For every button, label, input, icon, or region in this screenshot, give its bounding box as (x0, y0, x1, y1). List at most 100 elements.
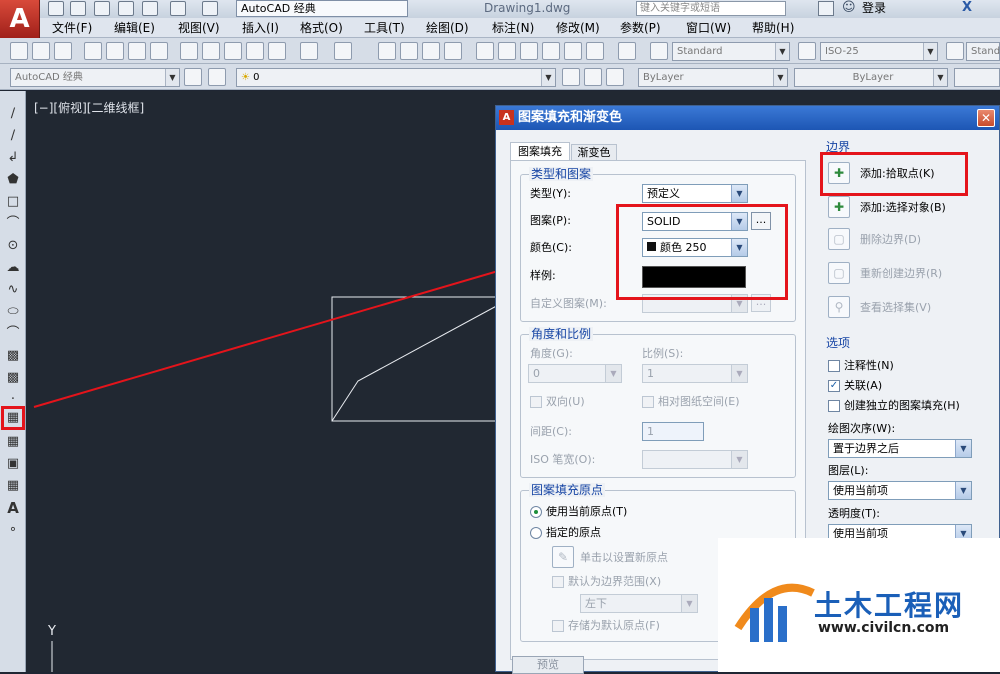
menu-format[interactable]: 格式(O) (300, 20, 343, 37)
ellipse-icon[interactable]: ⬭ (3, 302, 23, 322)
make-current-icon[interactable] (562, 68, 580, 86)
cut-icon[interactable] (180, 42, 198, 60)
origin-position-select[interactable]: 左下 ▼ (580, 594, 698, 613)
paste-icon[interactable] (224, 42, 242, 60)
menu-edit[interactable]: 编辑(E) (114, 20, 155, 37)
dialog-close-button[interactable]: ✕ (977, 109, 995, 127)
new-icon[interactable] (10, 42, 28, 60)
add-select-button[interactable]: 添加:选择对象(B) (860, 200, 946, 216)
publish-icon[interactable] (128, 42, 146, 60)
recreate-boundary-icon[interactable]: ▢ (828, 262, 850, 284)
tab-hatch[interactable]: 图案填充 (510, 142, 570, 160)
open-file-icon[interactable] (70, 1, 86, 16)
undo-icon[interactable] (170, 1, 186, 16)
app-logo[interactable]: A (0, 0, 40, 38)
tab-gradient[interactable]: 渐变色 (571, 144, 617, 160)
match-prop-icon[interactable] (246, 42, 264, 60)
insert-block-icon[interactable]: ▩ (3, 346, 23, 366)
workspace-settings-icon[interactable] (184, 68, 202, 86)
store-origin-checkbox[interactable] (552, 620, 564, 632)
menu-dimension[interactable]: 标注(N) (492, 20, 534, 37)
zoom-previous-icon[interactable] (444, 42, 462, 60)
3d-dwf-icon[interactable] (150, 42, 168, 60)
zoom-realtime-icon[interactable] (400, 42, 418, 60)
block-editor-icon[interactable] (268, 42, 286, 60)
tool-palette-icon[interactable] (520, 42, 538, 60)
plot-preview-icon[interactable] (106, 42, 124, 60)
layer-opt-select[interactable]: 使用当前项 ▼ (828, 481, 972, 500)
layer-manager-icon[interactable] (208, 68, 226, 86)
region-icon[interactable]: ▣ (3, 454, 23, 474)
plot-icon[interactable] (84, 42, 102, 60)
text-style-icon[interactable] (650, 42, 668, 60)
login-link[interactable]: 登录 (862, 0, 886, 16)
color-select[interactable]: ByLayer ▼ (638, 68, 788, 87)
add-select-icon[interactable]: ✚ (828, 196, 850, 218)
dim-style-select[interactable]: ISO-25 ▼ (820, 42, 938, 61)
gradient-icon[interactable]: ▦ (3, 432, 23, 452)
specified-origin-radio[interactable] (530, 527, 542, 539)
redo-icon[interactable] (202, 1, 218, 16)
make-block-icon[interactable]: ▩ (3, 368, 23, 388)
revision-cloud-icon[interactable]: ☁ (3, 258, 23, 278)
ellipse-arc-icon[interactable]: ⌒ (3, 324, 23, 344)
properties-icon[interactable] (476, 42, 494, 60)
linetype-select[interactable]: ByLayer ▼ (794, 68, 948, 87)
dim-style-icon[interactable] (798, 42, 816, 60)
menu-draw[interactable]: 绘图(D) (426, 20, 469, 37)
type-select[interactable]: 预定义 ▼ (642, 184, 748, 203)
remove-boundary-icon[interactable]: ▢ (828, 228, 850, 250)
saveas-icon[interactable] (118, 1, 134, 16)
menu-insert[interactable]: 插入(I) (242, 20, 279, 37)
layer-state-icon[interactable] (606, 68, 624, 86)
menu-parametric[interactable]: 参数(P) (620, 20, 661, 37)
print-icon[interactable] (142, 1, 158, 16)
rectangle-icon[interactable]: □ (3, 192, 23, 212)
search-input[interactable]: 键入关键字或短语 (636, 1, 786, 16)
table-style-select[interactable]: Standar (966, 42, 1000, 61)
relative-paper-checkbox[interactable] (642, 396, 654, 408)
markup-icon[interactable] (564, 42, 582, 60)
mtext-icon[interactable]: A (3, 498, 23, 518)
polyline-icon[interactable]: ↲ (3, 148, 23, 168)
layer-previous-icon[interactable] (584, 68, 602, 86)
spline-icon[interactable]: ∿ (3, 280, 23, 300)
zoom-window-icon[interactable] (422, 42, 440, 60)
menu-file[interactable]: 文件(F) (52, 20, 92, 37)
construction-line-icon[interactable]: ∕ (3, 126, 23, 146)
workspace-toolbar-select[interactable]: AutoCAD 经典 ▼ (10, 68, 180, 87)
menu-window[interactable]: 窗口(W) (686, 20, 731, 37)
hatch-icon[interactable]: ▦ (1, 406, 25, 430)
menu-modify[interactable]: 修改(M) (556, 20, 600, 37)
table-icon[interactable]: ▦ (3, 476, 23, 496)
preview-button[interactable]: 预览 (512, 656, 584, 674)
close-x-icon[interactable]: X (962, 0, 972, 16)
add-selected-icon[interactable]: ∘ (3, 520, 23, 540)
view-selection-button[interactable]: 查看选择集(V) (860, 300, 931, 316)
redo-tb-icon[interactable] (334, 42, 352, 60)
line-icon[interactable]: ∕ (3, 104, 23, 124)
help-icon[interactable] (618, 42, 636, 60)
copy-icon[interactable] (202, 42, 220, 60)
set-origin-icon[interactable]: ✎ (552, 546, 574, 568)
save-icon[interactable] (94, 1, 110, 16)
pan-icon[interactable] (378, 42, 396, 60)
view-selection-icon[interactable]: ⚲ (828, 296, 850, 318)
menu-help[interactable]: 帮助(H) (752, 20, 794, 37)
design-center-icon[interactable] (498, 42, 516, 60)
save-tb-icon[interactable] (54, 42, 72, 60)
new-file-icon[interactable] (48, 1, 64, 16)
iso-pen-select[interactable]: ▼ (642, 450, 748, 469)
workspace-select[interactable]: AutoCAD 经典 (236, 0, 408, 17)
current-origin-radio[interactable] (530, 506, 542, 518)
arc-icon[interactable]: ⌒ (3, 214, 23, 234)
table-style-icon[interactable] (946, 42, 964, 60)
sheet-set-icon[interactable] (542, 42, 560, 60)
remove-boundary-button[interactable]: 删除边界(D) (860, 232, 921, 248)
recreate-boundary-button[interactable]: 重新创建边界(R) (860, 266, 942, 282)
lineweight-select[interactable] (954, 68, 1000, 87)
scale-select[interactable]: 1 ▼ (642, 364, 748, 383)
draw-order-select[interactable]: 置于边界之后 ▼ (828, 439, 972, 458)
menu-tools[interactable]: 工具(T) (364, 20, 405, 37)
associative-checkbox[interactable]: ✓ (828, 380, 840, 392)
